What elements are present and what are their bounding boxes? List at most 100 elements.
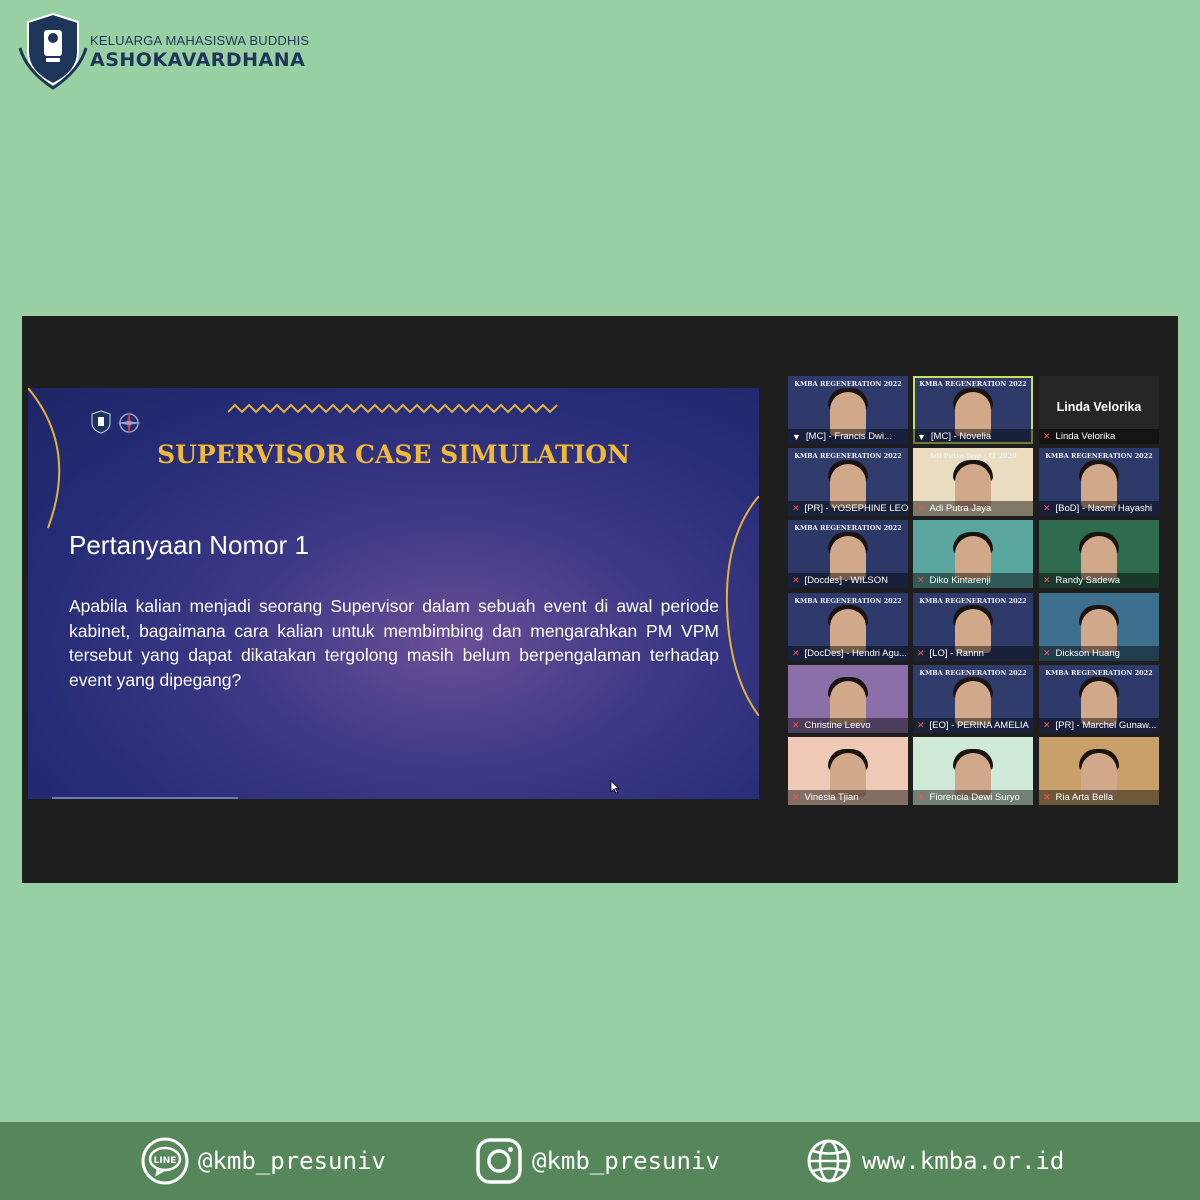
slide-title: SUPERVISOR CASE SIMULATION <box>157 440 630 469</box>
participant-name-bar: ✕ Fiorencia Dewi Suryo <box>913 790 1033 805</box>
muted-mic-icon: ✕ <box>1043 792 1051 802</box>
participant-name-bar: ▼ [MC] - Francis Dwi... <box>788 429 908 444</box>
muted-mic-icon: ✕ <box>792 720 800 730</box>
participant-name: [MC] - Francis Dwi... <box>805 431 892 442</box>
line-app-icon: LINE <box>141 1137 189 1185</box>
muted-mic-icon: ✕ <box>917 575 925 585</box>
participant-tile[interactable]: ✕ Christine Leevo <box>788 665 908 733</box>
participant-tile[interactable]: KMBA REGENERATION 2022 ✕ [PR] - YOSEPHINE … <box>788 448 908 516</box>
participant-tile[interactable]: Linda Velorika ✕ Linda Velorika <box>1039 376 1159 444</box>
participant-tile[interactable]: KMBA REGENERATION 2022 ✕ [Docdes] - WILSON <box>788 520 908 588</box>
participant-name-bar: ▼ [MC] - Novelia <box>913 429 1033 444</box>
muted-mic-icon: ✕ <box>917 792 925 802</box>
participant-tile[interactable]: ✕ Ria Arta Bella <box>1039 737 1159 805</box>
participant-name-bar: ✕ [PR] - YOSEPHINE LEO... <box>788 501 908 516</box>
participant-name-bar: ✕ [PR] - Marchel Gunaw... <box>1039 718 1159 733</box>
participant-name: [PR] - Marchel Gunaw... <box>1055 720 1157 731</box>
participant-name-bar: ✕ [Docdes] - WILSON <box>788 573 908 588</box>
compass-icon <box>117 411 141 435</box>
participant-tile[interactable]: ✕ Randy Sadewa <box>1039 520 1159 588</box>
meeting-screen: SUPERVISOR CASE SIMULATION Pertanyaan No… <box>22 316 1178 883</box>
participant-name: Fiorencia Dewi Suryo <box>929 792 1020 803</box>
participant-name-bar: ✕ Ria Arta Bella <box>1039 790 1159 805</box>
question-heading: Pertanyaan Nomor 1 <box>69 530 309 560</box>
participant-name-bar: ✕ [LO] - Rannn <box>913 646 1033 661</box>
slide-progress-line <box>52 797 238 799</box>
participant-name-bar: ✕ Christine Leevo <box>788 718 908 733</box>
participant-name: [DocDes] - Hendri Agu... <box>804 648 907 659</box>
zigzag-decoration <box>228 403 558 414</box>
question-body: Apabila kalian menjadi seorang Superviso… <box>69 596 719 690</box>
kmba-shield-icon <box>91 410 111 434</box>
footer-website-contact[interactable]: www.kmba.or.id <box>804 1136 1064 1186</box>
participant-tile[interactable]: KMBA REGENERATION 2022 ▼ [MC] - Francis Dw… <box>788 376 908 444</box>
participant-name: [MC] - Novelia <box>930 431 992 442</box>
participant-tile[interactable]: KMBA REGENERATION 2022 ✕ [BoD] - Naomi Hay… <box>1039 448 1159 516</box>
participant-name-bar: ✕ Diko Kintarenji <box>913 573 1033 588</box>
participant-name: Christine Leevo <box>804 720 871 731</box>
participant-name: [PR] - YOSEPHINE LEO... <box>804 503 908 514</box>
participant-tile[interactable]: KMBA REGENERATION 2022 ✕ [EO] - PERINA AME… <box>913 665 1033 733</box>
participant-name: Linda Velorika <box>1055 431 1116 442</box>
participant-name-bar: ✕ [EO] - PERINA AMELIA <box>913 718 1033 733</box>
org-logo: KELUARGA MAHASISWA BUDDHIS ASHOKAVARDHAN… <box>18 8 309 90</box>
participant-name: Diko Kintarenji <box>929 575 991 586</box>
participant-background-banner: KMBA REGENERATION 2022 <box>794 524 902 532</box>
participant-tile[interactable]: KMBA REGENERATION 2022 ✕ [LO] - Rannn <box>913 593 1033 661</box>
svg-text:LINE: LINE <box>154 1156 177 1166</box>
participant-name: [EO] - PERINA AMELIA <box>929 720 1029 731</box>
org-name-line1: KELUARGA MAHASISWA BUDDHIS <box>90 33 310 48</box>
participant-name: Dickson Huang <box>1055 648 1120 659</box>
participant-tile[interactable]: ✕ Diko Kintarenji <box>913 520 1033 588</box>
muted-mic-icon: ✕ <box>1043 431 1051 441</box>
muted-mic-icon: ✕ <box>1043 575 1051 585</box>
footer-instagram-handle: @kmb_presuniv <box>532 1147 720 1175</box>
muted-mic-icon: ✕ <box>1043 503 1051 513</box>
muted-mic-icon: ✕ <box>792 792 800 802</box>
muted-mic-icon: ✕ <box>1043 720 1051 730</box>
participant-background-banner: KMBA REGENERATION 2022 <box>794 452 902 460</box>
participant-name: [LO] - Rannn <box>929 648 984 659</box>
participant-name: Randy Sadewa <box>1055 575 1120 586</box>
muted-mic-icon: ✕ <box>792 575 800 585</box>
org-name-line2: ASHOKAVARDHANA <box>90 49 306 71</box>
instagram-icon <box>476 1138 522 1184</box>
muted-mic-icon: ✕ <box>1043 648 1051 658</box>
participant-name-bar: ✕ [DocDes] - Hendri Agu... <box>788 646 908 661</box>
participant-tile[interactable]: ✕ Fiorencia Dewi Suryo <box>913 737 1033 805</box>
globe-icon <box>807 1139 851 1183</box>
participant-background-banner: KMBA REGENERATION 2022 <box>919 597 1027 605</box>
participant-background-banner: KMBA REGENERATION 2022 <box>794 597 902 605</box>
participant-tile[interactable]: Adi Putra Jaya | IT 2020 ✕ Adi Putra Jaya <box>913 448 1033 516</box>
muted-mic-icon: ✕ <box>792 503 800 513</box>
participant-tile[interactable]: ✕ Vinesia Tjian <box>788 737 908 805</box>
participant-name: Adi Putra Jaya <box>929 503 992 514</box>
participant-tile[interactable]: ✕ Dickson Huang <box>1039 593 1159 661</box>
footer-line-contact[interactable]: LINE @kmb_presuniv <box>140 1136 386 1186</box>
presentation-slide: SUPERVISOR CASE SIMULATION Pertanyaan No… <box>28 388 759 799</box>
footer-bar: LINE @kmb_presuniv @kmb_presuniv www.kmb… <box>0 1122 1200 1200</box>
footer-instagram-contact[interactable]: @kmb_presuniv <box>474 1136 720 1186</box>
participant-background-banner: KMBA REGENERATION 2022 <box>919 380 1027 388</box>
muted-mic-icon: ✕ <box>917 648 925 658</box>
mouse-cursor-icon <box>610 780 620 794</box>
ashokavardhana-emblem-icon <box>18 12 88 90</box>
participant-background-banner: KMBA REGENERATION 2022 <box>919 669 1027 677</box>
footer-website-url: www.kmba.or.id <box>862 1147 1065 1175</box>
participant-name: Ria Arta Bella <box>1055 792 1114 803</box>
participant-name: [BoD] - Naomi Hayashi <box>1055 503 1153 514</box>
participant-name-bar: ✕ Randy Sadewa <box>1039 573 1159 588</box>
muted-mic-icon: ✕ <box>792 648 800 658</box>
muted-mic-icon: ✕ <box>917 720 925 730</box>
slide-arc-right-decoration <box>725 496 759 716</box>
participant-tile[interactable]: KMBA REGENERATION 2022 ✕ [DocDes] - Hendri… <box>788 593 908 661</box>
participant-background-banner: KMBA REGENERATION 2022 <box>1045 452 1153 460</box>
participant-background-banner: Adi Putra Jaya | IT 2020 <box>929 452 1017 460</box>
participant-name-bar: ✕ Linda Velorika <box>1039 429 1159 444</box>
participant-name: Vinesia Tjian <box>804 792 859 803</box>
muted-mic-icon: ✕ <box>917 503 925 513</box>
participant-tile[interactable]: KMBA REGENERATION 2022 ✕ [PR] - Marchel Gu… <box>1039 665 1159 733</box>
participant-tile[interactable]: KMBA REGENERATION 2022 ▼ [MC] - Novelia <box>913 376 1033 444</box>
participant-background-banner: KMBA REGENERATION 2022 <box>794 380 902 388</box>
participant-name-bar: ✕ Dickson Huang <box>1039 646 1159 661</box>
